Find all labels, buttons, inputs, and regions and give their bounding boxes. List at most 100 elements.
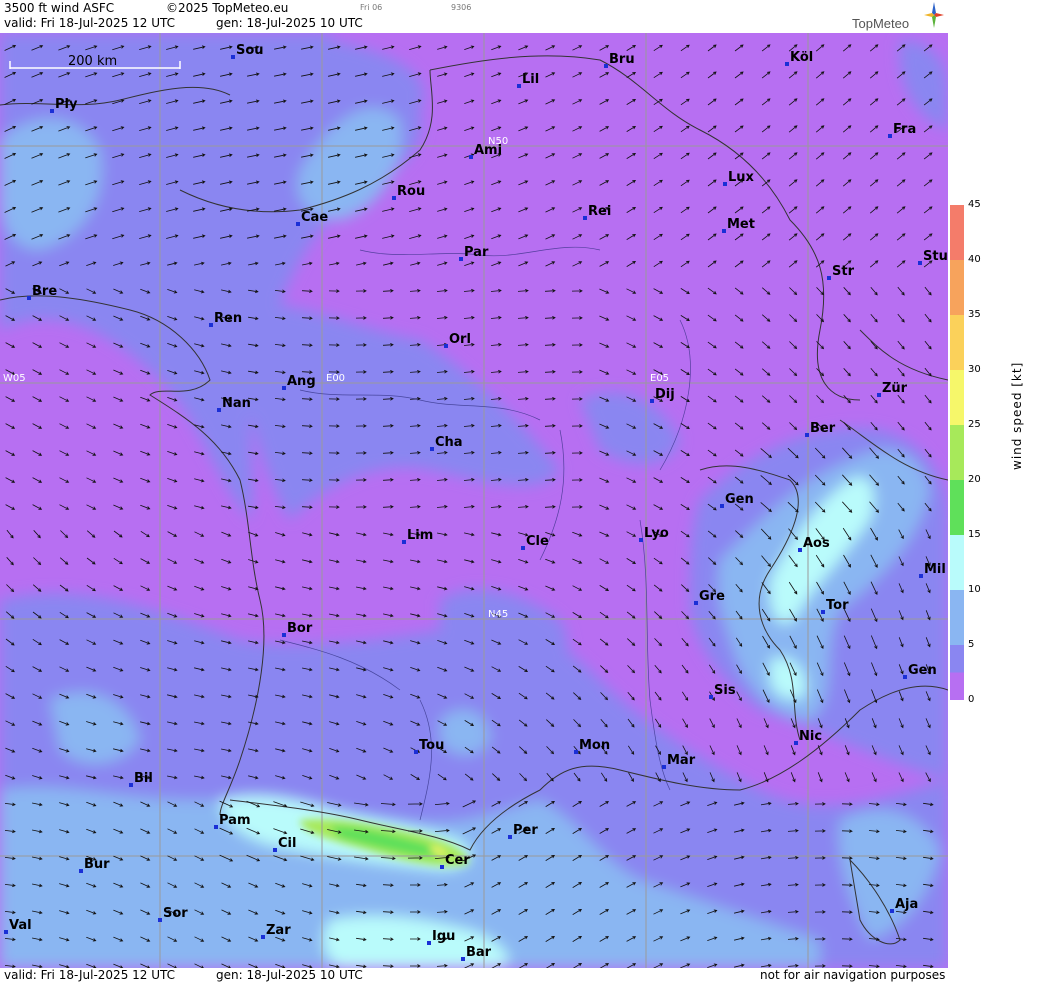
- city-label: Bre: [32, 284, 57, 299]
- city-marker: [662, 765, 666, 769]
- city-label: Tou: [419, 738, 444, 753]
- topmeteo-logo[interactable]: TopMeteo: [852, 2, 946, 32]
- city-label: Mil: [924, 562, 946, 577]
- city-label: Cer: [445, 853, 470, 868]
- city-marker: [890, 909, 894, 913]
- city-marker: [4, 930, 8, 934]
- legend-tick-label: 45: [968, 199, 981, 210]
- city-marker: [231, 55, 235, 59]
- city-marker: [785, 62, 789, 66]
- city-marker: [459, 257, 463, 261]
- city-label: Val: [9, 918, 32, 933]
- city-label: Gen: [725, 492, 754, 507]
- legend-tick-label: 35: [968, 309, 981, 320]
- city-marker: [798, 548, 802, 552]
- city-marker: [444, 344, 448, 348]
- city-marker: [650, 399, 654, 403]
- legend-color-step: [950, 205, 964, 261]
- logo-text: TopMeteo: [852, 16, 910, 31]
- city-marker: [918, 261, 922, 265]
- city-label: Rei: [588, 204, 611, 219]
- city-marker: [521, 546, 525, 550]
- city-label: Bil: [134, 771, 153, 786]
- city-marker: [27, 296, 31, 300]
- city-label: Aja: [895, 897, 918, 912]
- city-label: Ren: [214, 311, 242, 326]
- city-label: Sor: [163, 906, 188, 921]
- city-label: Par: [464, 245, 489, 260]
- city-label: Ang: [287, 374, 316, 389]
- city-marker: [430, 447, 434, 451]
- header-bar: 3500 ft wind ASFC ©2025 TopMeteo.eu Fri …: [0, 0, 948, 33]
- city-marker: [209, 323, 213, 327]
- city-marker: [158, 918, 162, 922]
- legend-color-step: [950, 590, 964, 646]
- city-label: Ami: [474, 143, 502, 158]
- legend-tick-label: 25: [968, 419, 981, 430]
- legend-color-step: [950, 535, 964, 591]
- city-marker: [427, 941, 431, 945]
- tiny-day-label: Fri 06: [360, 3, 383, 12]
- city-marker: [694, 601, 698, 605]
- footer-generated-time: gen: 18-Jul-2025 10 UTC: [216, 968, 363, 982]
- city-label: Bar: [466, 945, 492, 960]
- legend-tick-label: 10: [968, 584, 981, 595]
- city-marker: [214, 825, 218, 829]
- city-marker: [273, 848, 277, 852]
- city-label: Stu: [923, 249, 948, 264]
- city-label: Zür: [882, 381, 908, 396]
- city-marker: [574, 750, 578, 754]
- city-label: Bru: [609, 52, 635, 67]
- city-marker: [888, 134, 892, 138]
- city-marker: [821, 610, 825, 614]
- legend-tick-label: 5: [968, 639, 975, 650]
- city-marker: [79, 869, 83, 873]
- generated-time: gen: 18-Jul-2025 10 UTC: [216, 16, 363, 30]
- legend-color-step: [950, 672, 964, 700]
- city-label: Cha: [435, 435, 463, 450]
- city-marker: [722, 229, 726, 233]
- city-marker: [282, 386, 286, 390]
- legend-tick-label: 15: [968, 529, 981, 540]
- legend-color-step: [950, 480, 964, 536]
- city-label: Bur: [84, 857, 110, 872]
- compass-star-icon: [924, 2, 944, 28]
- city-label: Per: [513, 823, 538, 838]
- city-marker: [392, 196, 396, 200]
- city-marker: [805, 433, 809, 437]
- city-marker: [50, 109, 54, 113]
- city-marker: [414, 750, 418, 754]
- city-marker: [720, 504, 724, 508]
- city-label: Sou: [236, 43, 264, 58]
- city-label: Aos: [803, 536, 830, 551]
- legend-tick-label: 40: [968, 254, 981, 265]
- copyright: ©2025 TopMeteo.eu: [166, 1, 289, 15]
- city-label: Mon: [579, 738, 610, 753]
- city-marker: [217, 408, 221, 412]
- city-label: Ber: [810, 421, 836, 436]
- coord-label: E00: [326, 373, 345, 384]
- city-label: Dij: [655, 387, 675, 402]
- legend-color-step: [950, 370, 964, 426]
- city-label: Nic: [799, 729, 822, 744]
- legend-color-step: [950, 425, 964, 481]
- coord-label: N45: [488, 609, 508, 620]
- city-marker: [129, 783, 133, 787]
- coord-label: W05: [3, 373, 26, 384]
- city-label: Ply: [55, 97, 78, 112]
- scale-bar-label: 200 km: [68, 54, 117, 69]
- city-label: Igu: [432, 929, 455, 944]
- city-marker: [517, 84, 521, 88]
- city-label: Nan: [222, 396, 251, 411]
- city-marker: [282, 633, 286, 637]
- city-marker: [469, 155, 473, 159]
- city-label: Sis: [714, 683, 736, 698]
- wind-map[interactable]: N50 N45 W05 E00 E05 200 km SouBru KölLilP…: [0, 33, 948, 968]
- city-marker: [296, 222, 300, 226]
- city-marker: [508, 835, 512, 839]
- city-label: Lux: [728, 170, 755, 185]
- city-label: Met: [727, 217, 755, 232]
- city-label: Mar: [667, 753, 696, 768]
- city-label: Cae: [301, 210, 328, 225]
- city-marker: [261, 935, 265, 939]
